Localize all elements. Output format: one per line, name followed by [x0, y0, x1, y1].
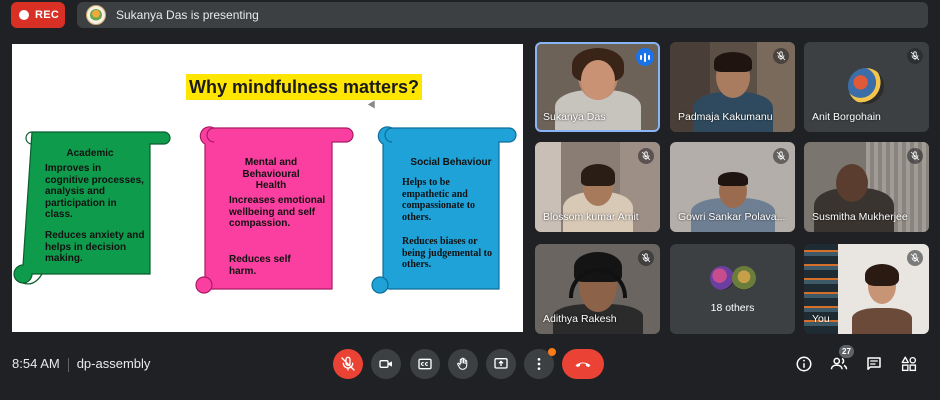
participant-tile[interactable]: Adithya Rakesh — [535, 244, 660, 334]
participant-name: You — [812, 313, 830, 325]
mic-off-icon — [341, 356, 355, 371]
participant-tile[interactable]: Sukanya Das — [535, 42, 660, 132]
others-tile[interactable]: 18 others — [670, 244, 795, 334]
participant-name: Anit Borgohain — [812, 111, 881, 123]
camera-button[interactable] — [371, 349, 401, 379]
meet-window: REC Sukanya Das is presenting Why mindfu… — [0, 0, 940, 400]
notification-dot — [548, 348, 556, 356]
record-icon — [19, 10, 29, 20]
others-avatar — [732, 266, 756, 290]
meeting-details-button[interactable] — [794, 354, 814, 374]
activities-button[interactable] — [899, 354, 919, 374]
mic-off-icon — [638, 148, 654, 164]
activities-icon — [901, 356, 917, 372]
participant-tile[interactable]: Anit Borgohain — [804, 42, 929, 132]
scroll-academic: Academic Improves in cognitive processes… — [12, 124, 172, 294]
recording-indicator: REC — [11, 2, 65, 28]
camera-icon — [379, 360, 392, 368]
slide-title: Why mindfulness matters? — [186, 74, 423, 100]
presentation-slide: Why mindfulness matters? Academic Improv… — [12, 44, 523, 332]
participant-tile[interactable]: Blossom kumar Amit — [535, 142, 660, 232]
participant-name: Adithya Rakesh — [543, 313, 617, 325]
scroll-mental-health: Mental and Behavioural Health Increases … — [194, 124, 354, 296]
clock-time: 8:54 AM — [12, 356, 60, 371]
others-avatar — [710, 266, 734, 290]
scroll-social-para-1: Helps to be empathetic and compassionate… — [402, 177, 476, 223]
scroll-mental-heading: Mental and Behavioural Health — [242, 157, 300, 191]
participant-name: Sukanya Das — [543, 111, 606, 123]
raise-hand-button[interactable] — [448, 349, 478, 379]
mic-off-icon — [907, 250, 923, 266]
participant-name: Gowri Sankar Polava... — [678, 211, 786, 223]
present-icon — [494, 358, 508, 369]
participant-avatar — [848, 68, 884, 104]
scroll-social-para-2: Reduces biases or being judgemental to o… — [402, 236, 492, 270]
presenting-banner[interactable]: Sukanya Das is presenting — [77, 2, 928, 28]
more-vert-icon — [537, 358, 541, 370]
scroll-academic-heading: Academic — [66, 148, 114, 159]
scroll-social-behaviour: Social Behaviour Helps to be empathetic … — [364, 124, 522, 296]
chat-button[interactable] — [864, 354, 884, 374]
microphone-button[interactable] — [333, 349, 363, 379]
scroll-mental-para-1: Increases emotional wellbeing and self c… — [229, 195, 326, 229]
info-icon — [796, 356, 812, 372]
scroll-social-heading: Social Behaviour — [410, 157, 492, 168]
captions-icon — [418, 358, 432, 370]
self-tile[interactable]: You — [804, 244, 929, 334]
presenter-avatar — [86, 5, 106, 25]
participant-name: Padmaja Kakumanu — [678, 111, 773, 123]
participant-name: Blossom kumar Amit — [543, 211, 639, 223]
scroll-academic-para-1: Improves in cognitive processes, analysi… — [45, 163, 144, 220]
mic-off-icon — [907, 148, 923, 164]
mic-off-icon — [773, 148, 789, 164]
others-count: 18 others — [710, 302, 755, 314]
mic-off-icon — [907, 48, 923, 64]
mic-off-icon — [638, 250, 654, 266]
mouse-cursor-icon — [367, 100, 379, 111]
participant-name: Susmitha Mukherjee — [812, 211, 908, 223]
captions-button[interactable] — [410, 349, 440, 379]
mic-off-icon — [773, 48, 789, 64]
scroll-mental-para-2: Reduces self harm. — [229, 254, 291, 277]
speaking-indicator-icon — [636, 48, 654, 66]
recording-label: REC — [35, 9, 60, 21]
present-screen-button[interactable] — [486, 349, 516, 379]
participant-tile[interactable]: Gowri Sankar Polava... — [670, 142, 795, 232]
presenting-text: Sukanya Das is presenting — [116, 8, 259, 22]
leave-call-button[interactable] — [562, 349, 604, 379]
meeting-code: dp-assembly — [76, 356, 151, 371]
meeting-info: 8:54 AM dp-assembly — [12, 356, 150, 372]
participant-count-badge: 27 — [839, 345, 854, 358]
scroll-academic-para-2: Reduces anxiety and helps in decision ma… — [45, 230, 145, 264]
participant-tile[interactable]: Susmitha Mukherjee — [804, 142, 929, 232]
participant-tile[interactable]: Padmaja Kakumanu — [670, 42, 795, 132]
hang-up-icon — [575, 362, 591, 368]
chat-icon — [867, 357, 881, 370]
hand-icon — [457, 357, 468, 370]
